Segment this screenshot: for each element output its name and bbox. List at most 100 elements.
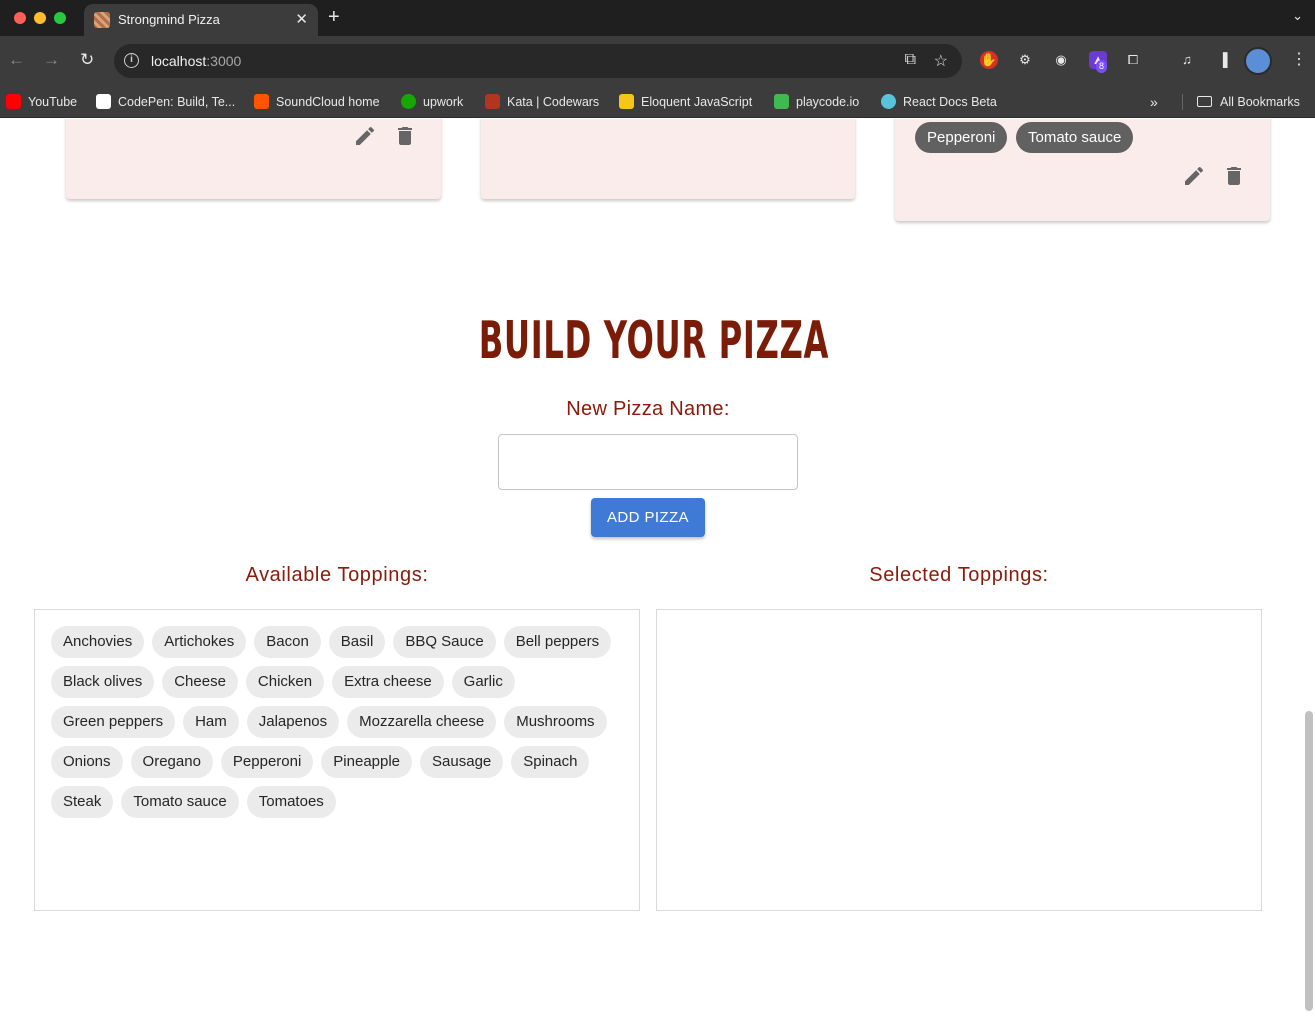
topping-chip[interactable]: Jalapenos bbox=[246, 706, 340, 738]
graduation-cap-extension-icon[interactable]: ▲ 8 bbox=[1089, 51, 1108, 73]
available-toppings-heading: Available Toppings: bbox=[245, 564, 429, 586]
bookmark-react-docs[interactable]: React Docs Beta bbox=[881, 90, 997, 114]
topping-chip[interactable]: BBQ Sauce bbox=[393, 626, 496, 658]
pizza-favicon-icon bbox=[94, 12, 110, 28]
bookmark-label: upwork bbox=[423, 95, 464, 109]
gear-extension-icon[interactable]: ⚙ bbox=[1016, 51, 1034, 69]
forward-arrow-icon[interactable]: → bbox=[43, 50, 60, 70]
react-icon bbox=[881, 94, 896, 109]
site-info-icon[interactable]: i bbox=[124, 53, 139, 68]
more-bookmarks-icon[interactable]: » bbox=[1150, 94, 1158, 110]
topping-chip[interactable]: Bacon bbox=[254, 626, 321, 658]
tab-search-chevron-icon[interactable]: ⌄ bbox=[1292, 8, 1303, 24]
youtube-icon bbox=[6, 94, 21, 109]
pizza-card bbox=[66, 119, 441, 199]
topping-chip[interactable]: Pepperoni bbox=[220, 746, 314, 778]
back-arrow-icon[interactable]: ← bbox=[8, 50, 25, 70]
pizza-name-input[interactable] bbox=[498, 434, 798, 490]
media-controls-icon[interactable]: ♫ bbox=[1178, 51, 1196, 69]
tab-close-icon[interactable]: ✕ bbox=[295, 10, 308, 28]
topping-chip[interactable]: Oregano bbox=[130, 746, 213, 778]
bookmark-star-icon[interactable]: ☆ bbox=[934, 51, 948, 71]
eloquent-js-icon bbox=[619, 94, 634, 109]
topping-chip[interactable]: Tomato sauce bbox=[121, 786, 239, 818]
soundcloud-icon bbox=[254, 94, 269, 109]
topping-chip[interactable]: Pineapple bbox=[321, 746, 413, 778]
upwork-icon bbox=[401, 94, 416, 109]
pizza-topping-chip: Pepperoni bbox=[915, 122, 1008, 153]
add-pizza-button[interactable]: ADD PIZZA bbox=[591, 498, 705, 537]
pizza-card: Pepperoni Tomato sauce bbox=[895, 119, 1270, 221]
window-zoom-button[interactable] bbox=[54, 12, 66, 24]
bookmark-label: YouTube bbox=[28, 95, 78, 109]
extension-badge: 8 bbox=[1096, 60, 1108, 73]
pizza-topping-chip: Tomato sauce bbox=[1016, 122, 1134, 153]
browser-tab-bar: Strongmind Pizza ✕ + ⌄ bbox=[0, 0, 1315, 36]
browser-tab-active[interactable]: Strongmind Pizza ✕ bbox=[84, 4, 318, 36]
extensions-puzzle-icon[interactable]: ⧠ bbox=[1124, 51, 1142, 69]
topping-chip[interactable]: Steak bbox=[51, 786, 114, 818]
topping-chip[interactable]: Tomatoes bbox=[246, 786, 336, 818]
pizza-card bbox=[481, 119, 855, 199]
window-close-button[interactable] bbox=[14, 12, 26, 24]
bookmark-codepen[interactable]: CodePen: Build, Te... bbox=[96, 90, 235, 114]
all-bookmarks-label: All Bookmarks bbox=[1220, 95, 1300, 109]
topping-chip[interactable]: Green peppers bbox=[51, 706, 176, 738]
edit-pencil-icon[interactable] bbox=[1182, 164, 1206, 188]
bookmark-eloquent-js[interactable]: Eloquent JavaScript bbox=[619, 90, 752, 114]
bookmarks-divider bbox=[1182, 94, 1183, 110]
side-panel-icon[interactable]: ▐ bbox=[1214, 51, 1232, 69]
topping-chip[interactable]: Garlic bbox=[451, 666, 515, 698]
bookmark-label: Kata | Codewars bbox=[507, 95, 600, 109]
all-bookmarks-button[interactable]: All Bookmarks bbox=[1197, 90, 1300, 114]
bookmark-label: CodePen: Build, Te... bbox=[118, 95, 236, 109]
topping-chip[interactable]: Mushrooms bbox=[504, 706, 607, 738]
topping-chip[interactable]: Chicken bbox=[245, 666, 325, 698]
bookmark-youtube[interactable]: YouTube bbox=[6, 90, 77, 114]
address-bar[interactable]: i localhost:3000 ⧉ ☆ bbox=[114, 44, 962, 78]
edit-pencil-icon[interactable] bbox=[353, 124, 377, 148]
available-toppings-panel[interactable]: Anchovies Artichokes Bacon Basil BBQ Sauce Be… bbox=[34, 609, 640, 911]
topping-chip[interactable]: Sausage bbox=[420, 746, 504, 778]
topping-chip[interactable]: Bell peppers bbox=[503, 626, 612, 658]
adblock-extension-icon[interactable]: ✋ bbox=[980, 51, 998, 69]
playcode-icon bbox=[774, 94, 789, 109]
topping-chip[interactable]: Spinach bbox=[511, 746, 590, 778]
topping-chip[interactable]: Extra cheese bbox=[332, 666, 444, 698]
reload-icon[interactable]: ↻ bbox=[80, 50, 94, 70]
topping-chip[interactable]: Artichokes bbox=[152, 626, 247, 658]
selected-toppings-panel[interactable] bbox=[656, 609, 1262, 911]
new-tab-icon[interactable]: + bbox=[328, 6, 340, 29]
bookmark-label: SoundCloud home bbox=[276, 95, 380, 109]
topping-chip[interactable]: Mozzarella cheese bbox=[347, 706, 497, 738]
bookmark-label: playcode.io bbox=[796, 95, 860, 109]
topping-chip[interactable]: Cheese bbox=[162, 666, 238, 698]
tab-title: Strongmind Pizza bbox=[118, 12, 220, 27]
spy-extension-icon[interactable]: ◉ bbox=[1052, 51, 1070, 69]
install-app-icon[interactable]: ⧉ bbox=[905, 51, 916, 69]
codewars-icon bbox=[485, 94, 500, 109]
bookmark-upwork[interactable]: upwork bbox=[401, 90, 463, 114]
folder-icon bbox=[1197, 96, 1212, 107]
topping-chip[interactable]: Ham bbox=[183, 706, 239, 738]
topping-chip[interactable]: Onions bbox=[51, 746, 123, 778]
browser-toolbar: ← → ↻ i localhost:3000 ⧉ ☆ ✋ ⚙ ◉ ▲ 8 ⧠ ♫ … bbox=[0, 36, 1315, 86]
window-minimize-button[interactable] bbox=[34, 12, 46, 24]
address-url[interactable]: localhost:3000 bbox=[151, 53, 241, 69]
topping-chip[interactable]: Basil bbox=[328, 626, 386, 658]
bookmark-soundcloud[interactable]: SoundCloud home bbox=[254, 90, 380, 114]
topping-chip[interactable]: Black olives bbox=[51, 666, 155, 698]
delete-trash-icon[interactable] bbox=[1222, 164, 1246, 188]
bookmark-playcode[interactable]: playcode.io bbox=[774, 90, 859, 114]
page-title: BUILD YOUR PIZZA bbox=[478, 311, 830, 371]
bookmark-label: React Docs Beta bbox=[903, 95, 997, 109]
topping-chip[interactable]: Anchovies bbox=[51, 626, 145, 658]
profile-avatar[interactable] bbox=[1244, 47, 1272, 75]
browser-menu-icon[interactable]: ⋮ bbox=[1291, 49, 1307, 69]
bookmark-codewars[interactable]: Kata | Codewars bbox=[485, 90, 599, 114]
selected-toppings-heading: Selected Toppings: bbox=[869, 564, 1049, 586]
bookmarks-bar: YouTube CodePen: Build, Te... SoundCloud… bbox=[0, 86, 1315, 118]
page-scrollbar[interactable] bbox=[1305, 711, 1313, 1011]
delete-trash-icon[interactable] bbox=[393, 124, 417, 148]
pizza-name-label: New Pizza Name: bbox=[566, 398, 730, 420]
